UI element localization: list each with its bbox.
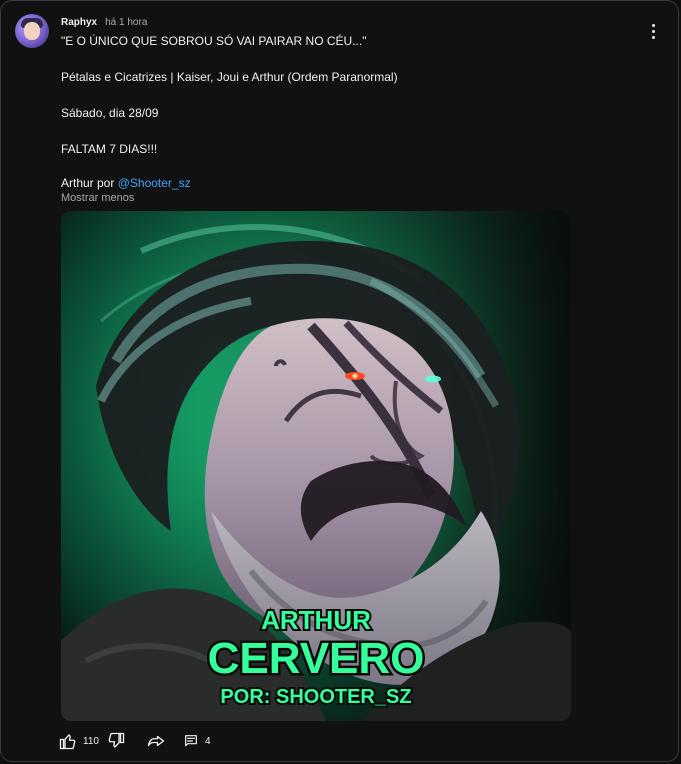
post-line-4: FALTAM 7 DIAS!!! xyxy=(61,142,158,156)
post-line-1: "E O ÚNICO QUE SOBROU SÓ VAI PAIRAR NO C… xyxy=(61,34,367,48)
post-image[interactable]: ARTHUR CERVERO POR: SHOOTER_SZ xyxy=(61,211,571,721)
more-vert-icon[interactable] xyxy=(643,21,663,41)
post-line-2: Pétalas e Cicatrizes | Kaiser, Joui e Ar… xyxy=(61,70,398,84)
author-name[interactable]: Raphyx xyxy=(61,17,97,28)
post-time[interactable]: há 1 hora xyxy=(105,17,147,28)
like-button[interactable]: 110 xyxy=(59,732,99,750)
show-less-link[interactable]: Mostrar menos xyxy=(61,192,134,204)
share-button[interactable] xyxy=(147,732,165,750)
title-sub: POR: SHOOTER_SZ xyxy=(220,686,411,708)
comment-count: 4 xyxy=(204,735,211,747)
post-credit: Arthur por @Shooter_sz xyxy=(61,176,191,190)
actions-bar: 110 4 xyxy=(59,729,211,753)
community-post-card: Raphyx há 1 hora "E O ÚNICO QUE SOBROU S… xyxy=(0,0,679,762)
menu-dot xyxy=(651,29,655,33)
comment-button[interactable]: 4 xyxy=(183,733,211,749)
post-header: Raphyx há 1 hora xyxy=(61,15,147,29)
menu-dot xyxy=(651,23,655,27)
menu-dot xyxy=(651,35,655,39)
share-icon xyxy=(147,735,165,747)
illustration-svg: ARTHUR CERVERO POR: SHOOTER_SZ xyxy=(61,211,571,721)
thumb-up-icon xyxy=(59,734,76,750)
post-line-3: Sábado, dia 28/09 xyxy=(61,106,159,120)
title-top: ARTHUR xyxy=(261,605,371,635)
title-main: CERVERO xyxy=(208,634,425,683)
credit-prefix: Arthur por xyxy=(61,176,118,190)
dislike-button[interactable] xyxy=(107,732,125,750)
credit-link[interactable]: @Shooter_sz xyxy=(118,176,191,190)
avatar[interactable] xyxy=(15,14,49,48)
thumb-down-icon xyxy=(108,732,125,748)
comment-icon xyxy=(185,735,197,747)
avatar-face xyxy=(24,22,40,40)
like-count: 110 xyxy=(83,735,99,747)
